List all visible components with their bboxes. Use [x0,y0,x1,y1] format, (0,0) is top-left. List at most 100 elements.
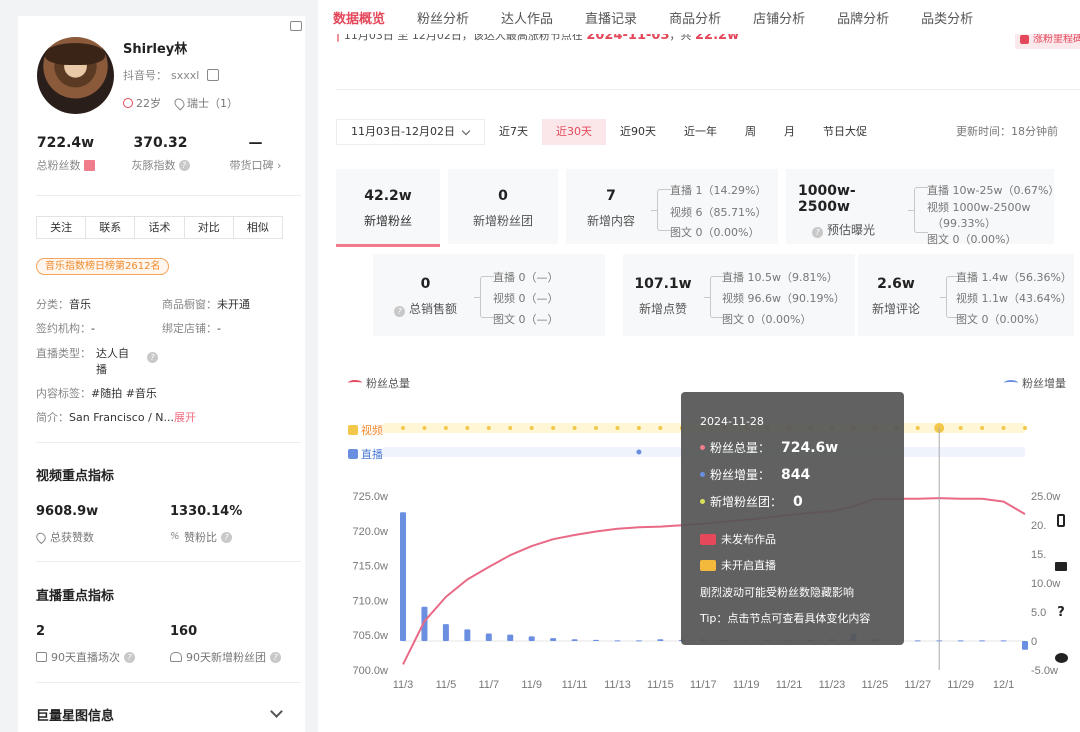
follow-button[interactable]: 关注 [37,217,87,238]
video-track-dot [915,426,920,430]
mail-button[interactable] [1050,543,1072,589]
info-label: 分类： [36,298,69,311]
legend-total-fans[interactable]: 粉丝总量 [348,375,410,391]
brace [908,187,928,233]
tab-overview[interactable]: 数据概览 [333,0,385,34]
increment-bar [507,634,514,641]
copy-icon[interactable] [207,69,220,81]
age: 22岁 [136,97,161,110]
new-fangroup-value: 160 [170,624,198,639]
card-new-content[interactable]: 7 新增内容 直播 1（14.29%） 视频 6（85.71%） 图文 0（0.… [566,169,778,244]
tab-category[interactable]: 品类分析 [921,0,973,34]
card-sub: 直播 1（14.29%） [670,184,767,197]
tab-shop[interactable]: 店铺分析 [753,0,805,34]
milestone-banner: | 11月03日 至 12月02日，该达人最高涨粉节点在 2024-11-03，… [336,34,1080,54]
profile-stats: 722.4w 总粉丝数 370.32 灰豚指数? — 带货口碑 › [18,135,305,173]
phone-button[interactable] [1050,497,1072,543]
tab-brand[interactable]: 品牌分析 [837,0,889,34]
card-label: 新增点赞 [638,302,687,316]
info-value: - [91,322,95,335]
card-sub: 视频 6（85.71%） [670,206,767,219]
banner-amount: 22.2w [695,34,740,43]
help-icon[interactable]: ? [393,306,405,317]
stat-value: 722.4w [36,135,95,151]
card-value: 0 [498,188,508,204]
script-button[interactable]: 话术 [135,217,185,238]
increment-bar [979,640,986,642]
video-track-dot [508,426,513,430]
filter-90d[interactable]: 近90天 [606,119,670,145]
card-label: 预估曝光 [827,223,876,237]
y-right-tick: 20. [1031,520,1046,532]
help-button[interactable]: ? [1050,589,1072,635]
help-icon[interactable]: ? [147,352,158,363]
milestone-tag[interactable]: 涨粉里程碑 [1015,34,1080,49]
like-fan-ratio-value: 1330.14% [170,504,243,519]
stat-reputation[interactable]: — 带货口碑 › [208,135,303,173]
help-icon[interactable]: ? [178,159,190,171]
stat-value: — [248,135,263,151]
profile-name: Shirley林 [123,42,188,57]
help-icon[interactable]: ? [270,651,281,663]
dot-icon [700,499,705,504]
tooltip-value: 0 [793,493,803,510]
legend-text: 粉丝总量 [366,377,410,390]
share-icon[interactable] [290,21,302,31]
filter-30d[interactable]: 近30天 [541,119,606,145]
card-exposure[interactable]: 1000w- 2500w ? 预估曝光 直播 10w-25w（0.67%） 视频 … [786,169,1059,246]
video-track-dot [958,426,963,430]
live-sessions-label: 90天直播场次? [36,649,135,665]
banner-date: 2024-11-03 [586,34,670,43]
video-track-dot [594,426,599,430]
legend-fan-increment[interactable]: 粉丝增量 [1004,375,1066,391]
tab-fans[interactable]: 粉丝分析 [417,0,469,34]
question-icon: ? [1057,604,1065,620]
video-track-dot [636,426,641,430]
help-icon[interactable]: ? [221,531,232,543]
card-sub: 图文 0（0.00%） [722,313,812,326]
chart-icon[interactable] [83,159,95,171]
tooltip-incr: 粉丝增量： 844 [700,466,810,483]
banner-text: | 11月03日 至 12月02日，该达人最高涨粉节点在 2024-11-03，… [336,34,739,43]
tab-live[interactable]: 直播记录 [585,0,637,34]
y-left-tick: 705.0w [353,630,389,642]
card-new-fans[interactable]: 42.2w 新增粉丝 [336,169,440,244]
x-tick: 11/29 [947,679,974,691]
card-sales[interactable]: 0 ? 总销售额 直播 0（—） 视频 0（—） 图文 0（—） [373,254,605,336]
filter-7d[interactable]: 近7天 [485,119,542,145]
card-value-2: 2500w [798,199,850,215]
card-sub: 直播 10.5w（9.81%） [722,271,838,284]
live-track-icon [348,449,358,459]
filter-month[interactable]: 月 [770,119,809,145]
increment-bar [400,512,406,641]
card-likes[interactable]: 107.1w 新增点赞 直播 10.5w（9.81%） 视频 96.6w（90.… [623,254,855,336]
phone-icon [1057,513,1065,527]
y-right-tick: 5.0 [1031,607,1046,619]
filter-week[interactable]: 周 [731,119,770,145]
chevron-down-icon[interactable] [270,705,283,718]
rank-badge[interactable]: 音乐指数榜日榜第2612名 [36,258,170,275]
wechat-button[interactable] [1050,635,1072,681]
similar-button[interactable]: 相似 [234,217,282,238]
tab-works[interactable]: 达人作品 [501,0,553,34]
star-info-title[interactable]: 巨量星图信息 [36,705,114,724]
stat-index: 370.32 灰豚指数? [113,135,208,173]
info-label: 签约机构： [36,322,91,335]
y-left-tick: 710.0w [353,595,389,607]
card-comments[interactable]: 2.6w 新增评论 直播 1.4w（56.36%） 视频 1.1w（43.64%… [858,254,1074,336]
card-new-fangroup[interactable]: 0 新增粉丝团 [448,169,558,244]
tooltip-text: 未发布作品 [721,533,776,546]
info-label: 商品橱窗： [162,298,217,311]
tab-goods[interactable]: 商品分析 [669,0,721,34]
video-metrics-title: 视频重点指标 [36,469,115,484]
x-tick: 11/3 [393,679,414,691]
expand-link[interactable]: 展开 [174,411,196,424]
contact-button[interactable]: 联系 [86,217,136,238]
help-icon[interactable]: ? [812,227,823,238]
increment-bar [421,606,428,641]
filter-festival[interactable]: 节日大促 [809,119,881,145]
compare-button[interactable]: 对比 [185,217,234,238]
help-icon[interactable]: ? [124,651,135,663]
date-range-picker[interactable]: 11月03日-12月02日 [336,119,485,145]
filter-1y[interactable]: 近一年 [670,119,731,145]
